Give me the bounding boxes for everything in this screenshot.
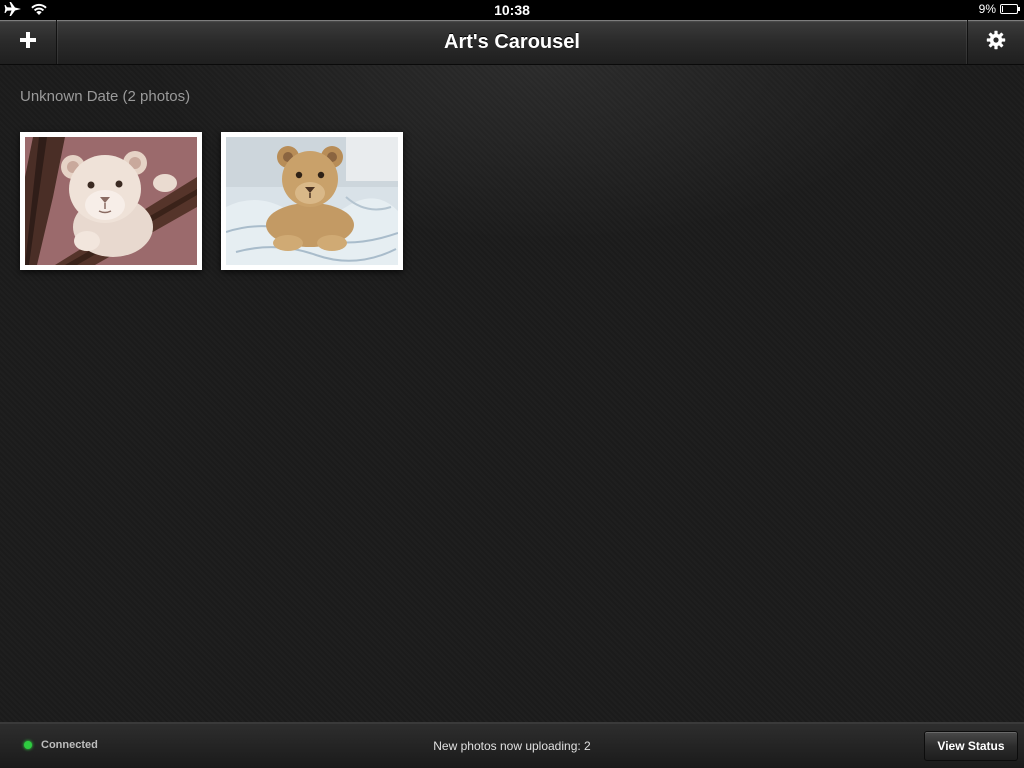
bottom-toolbar: Connected New photos now uploading: 2 Vi…: [0, 722, 1024, 768]
upload-status: New photos now uploading: 2: [433, 739, 591, 753]
settings-button[interactable]: [967, 20, 1024, 64]
status-bar: 10:38 9%: [0, 0, 1024, 20]
section-header: Unknown Date (2 photos): [20, 88, 191, 105]
photo-lion-cub-branch: [25, 137, 197, 265]
status-time: 10:38: [494, 2, 530, 18]
battery-level: [1002, 6, 1003, 12]
battery-icon: [1000, 4, 1020, 14]
photo-thumbnail-1[interactable]: [20, 132, 202, 270]
photo-thumbnail-2[interactable]: [221, 132, 403, 270]
app-screen: 10:38 9% Art's Carousel Unknown Date (2 …: [0, 0, 1024, 768]
battery-percent: 9%: [978, 2, 996, 16]
navigation-bar: Art's Carousel: [0, 20, 1024, 65]
status-bar-right: 9%: [978, 2, 1020, 16]
gear-icon: [986, 30, 1006, 55]
page-title: Art's Carousel: [444, 31, 580, 53]
view-status-button[interactable]: View Status: [924, 731, 1018, 761]
photo-lion-cub-bed: [226, 137, 398, 265]
